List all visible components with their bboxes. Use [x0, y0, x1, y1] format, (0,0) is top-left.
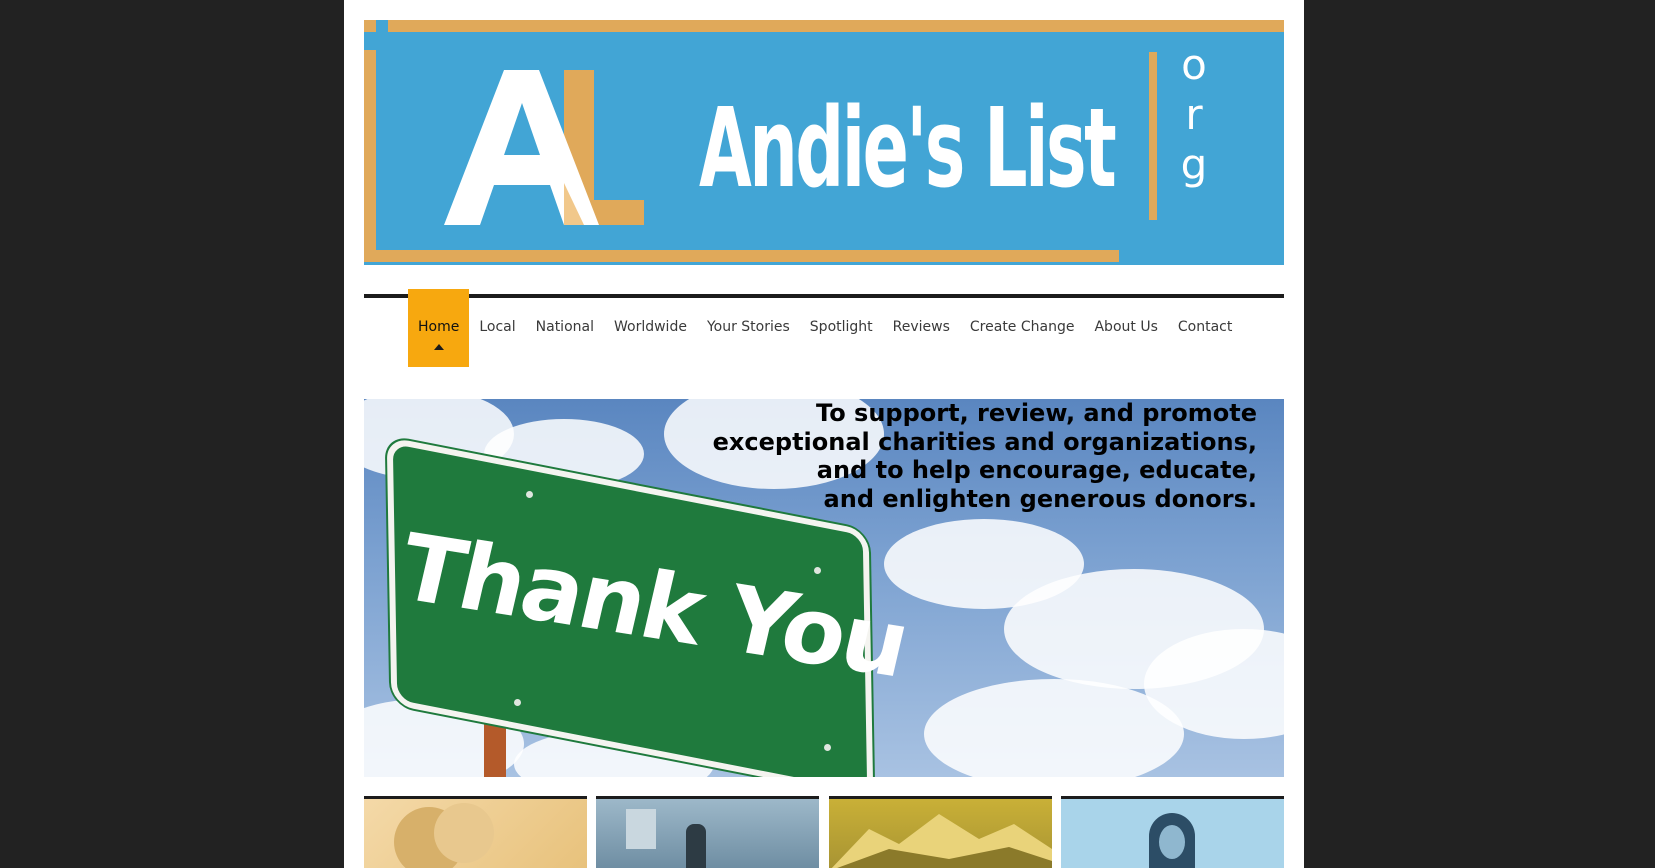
banner-frame-top — [388, 20, 1284, 32]
logo-tld-r: r — [1185, 90, 1203, 139]
nav-label-national: National — [535, 319, 594, 335]
logo-tld-g: g — [1180, 140, 1208, 189]
feature-tiles — [364, 796, 1284, 868]
nav-label-about-us: About Us — [1094, 319, 1158, 335]
tile-image-portrait — [434, 803, 494, 863]
hero-banner: Thank You To support, review, and promot… — [364, 399, 1284, 777]
sign-bolt — [514, 699, 521, 706]
banner-frame-top-left — [364, 20, 376, 32]
mission-line-2: exceptional charities and organizations, — [712, 427, 1257, 456]
sign-post-left — [484, 719, 506, 777]
nav-item-spotlight[interactable]: Spotlight — [800, 289, 883, 367]
nav-label-spotlight: Spotlight — [809, 319, 873, 335]
nav-label-your-stories: Your Stories — [706, 319, 790, 335]
sign-bolt — [824, 744, 831, 751]
sign-bolt — [526, 491, 533, 498]
site-banner-logo[interactable]: Andie's List o r g — [364, 20, 1284, 265]
mission-line-4: and enlighten generous donors. — [823, 484, 1257, 513]
page-container: Andie's List o r g Home Local National W… — [344, 0, 1304, 868]
tile-image-object — [626, 809, 656, 849]
nav-item-worldwide[interactable]: Worldwide — [604, 289, 697, 367]
nav-item-about-us[interactable]: About Us — [1084, 289, 1167, 367]
mission-line-3: and to help encourage, educate, — [816, 456, 1257, 484]
feature-tile-3[interactable] — [829, 796, 1052, 868]
tile-image-face — [1159, 825, 1185, 859]
nav-item-local[interactable]: Local — [469, 289, 525, 367]
nav-item-national[interactable]: National — [526, 289, 604, 367]
nav-label-reviews: Reviews — [892, 319, 950, 335]
main-nav: Home Local National Worldwide Your Stori… — [408, 289, 1242, 367]
caret-up-icon — [433, 344, 444, 350]
sign-bolt — [814, 567, 821, 574]
nav-label-local: Local — [479, 319, 516, 335]
logo-tld-o: o — [1181, 40, 1207, 89]
tile-image-mountains — [831, 814, 1052, 868]
logo-name: Andie's List — [699, 84, 1117, 212]
nav-label-home: Home — [418, 319, 460, 335]
tile-image-figure — [686, 824, 706, 868]
al-monogram-icon — [444, 70, 644, 225]
nav-item-contact[interactable]: Contact — [1168, 289, 1242, 367]
nav-item-reviews[interactable]: Reviews — [883, 289, 960, 367]
banner-frame-bottom — [364, 250, 1119, 262]
feature-tile-4[interactable] — [1061, 796, 1284, 868]
mission-statement: To support, review, and promote exceptio… — [713, 399, 1257, 513]
banner-frame-left — [364, 50, 376, 262]
feature-tile-1[interactable] — [364, 796, 587, 868]
nav-item-your-stories[interactable]: Your Stories — [697, 289, 800, 367]
logo-tld: o r g — [1174, 40, 1214, 190]
nav-label-contact: Contact — [1177, 319, 1233, 335]
banner-divider — [1149, 52, 1157, 220]
nav-label-worldwide: Worldwide — [613, 319, 687, 335]
mission-line-1: To support, review, and promote — [816, 399, 1257, 427]
feature-tile-2[interactable] — [596, 796, 819, 868]
nav-item-create-change[interactable]: Create Change — [960, 289, 1085, 367]
nav-item-home[interactable]: Home — [408, 289, 470, 367]
nav-label-create-change: Create Change — [969, 319, 1075, 335]
